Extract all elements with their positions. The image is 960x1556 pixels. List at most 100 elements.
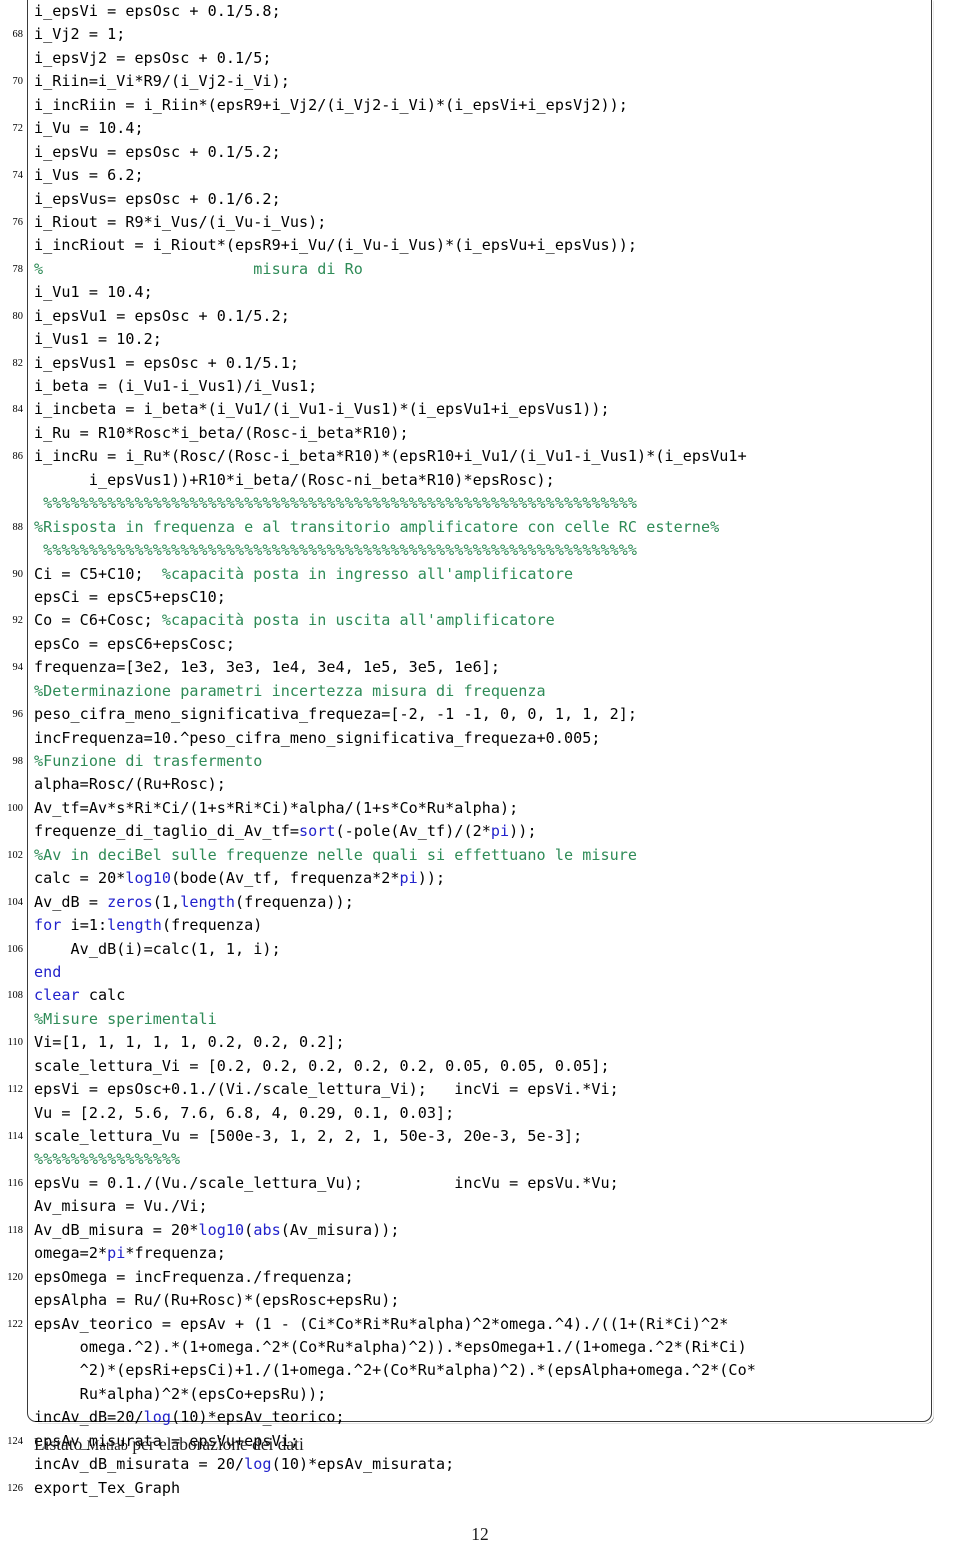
code-line-text: %%%%%%%%%%%%%%%%%%%%%%%%%%%%%%%%%%%%%%%%… [34, 492, 637, 515]
code-plain-token: epsVu = 0.1./(Vu./scale_lettura_Vu); inc… [34, 1173, 619, 1192]
code-line: i_epsVi = epsOsc + 0.1/5.8; [0, 0, 960, 23]
code-plain-token: epsVi = epsOsc+0.1./(Vi./scale_lettura_V… [34, 1080, 619, 1099]
code-plain-token: i_Vu = 10.4; [34, 119, 144, 138]
code-line-text: %Av in deciBel sulle frequenze nelle qua… [34, 844, 637, 867]
code-line-number: 80 [12, 310, 23, 322]
code-line-text: Av_dB(i)=calc(1, 1, i); [34, 938, 281, 961]
code-plain-token: epsCi = epsC5+epsC10; [34, 587, 226, 606]
code-line: 126 export_Tex_Graph [0, 1477, 960, 1500]
code-keyword-token: log [244, 1455, 272, 1474]
code-plain-token: (10)*epsAv_teorico; [171, 1408, 345, 1427]
caption-prefix: Listato [34, 1434, 87, 1454]
code-line: epsAlpha = Ru/(Ru+Rosc)*(epsRosc+epsRu); [0, 1289, 960, 1312]
code-line-text: i_incbeta = i_beta*(i_Vu1/(i_Vu1-i_Vus1)… [34, 398, 610, 421]
code-comment-token: %Determinazione parametri incertezza mis… [34, 681, 546, 700]
code-line: 84 i_incbeta = i_beta*(i_Vu1/(i_Vu1-i_Vus… [0, 398, 960, 421]
code-line-number: 108 [7, 990, 23, 1002]
code-line-number: 126 [7, 1482, 23, 1494]
code-line-text: i_epsVj2 = epsOsc + 0.1/5; [34, 47, 272, 70]
code-line: 114 scale_lettura_Vu = [500e-3, 1, 2, 2, … [0, 1125, 960, 1148]
code-plain-token: epsOmega = incFrequenza./frequenza; [34, 1267, 354, 1286]
code-line: 118 Av_dB_misura = 20*log10(abs(Av_misura… [0, 1219, 960, 1242]
code-line: incAv_dB=20/log(10)*epsAv_teorico; [0, 1406, 960, 1429]
code-line-text: incFrequenza=10.^peso_cifra_meno_signifi… [34, 727, 601, 750]
code-line-text: Vu = [2.2, 5.6, 7.6, 6.8, 4, 0.29, 0.1, … [34, 1102, 454, 1125]
code-line-text: %%%%%%%%%%%%%%%% [34, 1148, 180, 1171]
code-line-text: i_epsVu1 = epsOsc + 0.1/5.2; [34, 305, 290, 328]
code-line-text: incAv_dB=20/log(10)*epsAv_teorico; [34, 1406, 345, 1429]
code-line-text: %%%%%%%%%%%%%%%%%%%%%%%%%%%%%%%%%%%%%%%%… [34, 539, 637, 562]
code-line-number: 94 [12, 662, 23, 674]
code-line: 72 i_Vu = 10.4; [0, 117, 960, 140]
code-plain-token: *frequenza; [125, 1244, 226, 1263]
code-line-text: epsCi = epsC5+epsC10; [34, 586, 226, 609]
code-plain-token: epsAlpha = Ru/(Ru+Rosc)*(epsRosc+epsRu); [34, 1291, 400, 1310]
code-line: 104 Av_dB = zeros(1,length(frequenza)); [0, 891, 960, 914]
code-line-text: i_Riout = R9*i_Vus/(i_Vu-i_Vus); [34, 211, 326, 234]
code-line-number: 120 [7, 1271, 23, 1283]
code-line: 78 % misura di Ro [0, 258, 960, 281]
code-plain-token: i_Vus = 6.2; [34, 166, 144, 185]
code-line-number: 102 [7, 849, 23, 861]
code-line-text: epsAv_teorico = epsAv + (1 - (Ci*Co*Ri*R… [34, 1313, 728, 1336]
code-line: i_Ru = R10*Rosc*i_beta/(Rosc-i_beta*R10)… [0, 422, 960, 445]
code-line-number: 78 [12, 263, 23, 275]
code-line-text: i_Riin=i_Vi*R9/(i_Vj2-i_Vi); [34, 70, 290, 93]
code-plain-token: i_beta = (i_Vu1-i_Vus1)/i_Vus1; [34, 377, 318, 395]
code-line-number: 96 [12, 709, 23, 721]
code-plain-token: (Av_misura)); [280, 1220, 400, 1239]
code-line: 74 i_Vus = 6.2; [0, 164, 960, 187]
code-plain-token: incFrequenza=10.^peso_cifra_meno_signifi… [34, 728, 601, 747]
code-plain-token: i_epsVu1 = epsOsc + 0.1/5.2; [34, 306, 290, 325]
code-plain-token: i_epsVi = epsOsc + 0.1/5.8; [34, 2, 281, 20]
code-plain-token: calc = 20* [34, 869, 126, 888]
code-line: Av_misura = Vu./Vi; [0, 1195, 960, 1218]
code-line-text: Co = C6+Cosc; %capacità posta in uscita … [34, 609, 555, 632]
code-plain-token: omega.^2).*(1+omega.^2*(Co*Ru*alpha)^2))… [34, 1337, 747, 1356]
code-plain-token: i_Vus1 = 10.2; [34, 330, 162, 349]
code-plain-token: export_Tex_Graph [34, 1478, 181, 1497]
code-plain-token: incAv_dB=20/ [34, 1408, 144, 1427]
code-plain-token: epsCo = epsC6+epsCosc; [34, 634, 236, 653]
code-line: i_incRiout = i_Riout*(epsR9+i_Vu/(i_Vu-i… [0, 234, 960, 257]
code-line-text: i_Vu1 = 10.4; [34, 281, 153, 304]
code-plain-token: peso_cifra_meno_significativa_frequeza=[… [34, 705, 638, 724]
code-keyword-token: length [180, 892, 236, 911]
code-keyword-token: end [34, 962, 62, 981]
code-line-text: i_epsVi = epsOsc + 0.1/5.8; [34, 0, 281, 23]
code-line: %%%%%%%%%%%%%%%%%%%%%%%%%%%%%%%%%%%%%%%%… [0, 492, 960, 515]
code-keyword-token: for [34, 916, 62, 935]
code-plain-token: )); [417, 869, 446, 888]
figure-caption: Listato Matlab per elaborazione dei dati [34, 1434, 304, 1455]
code-plain-token: Av_tf=Av*s*Ri*Ci/(1+s*Ri*Ci)*alpha/(1+s*… [34, 798, 519, 817]
code-line: 68 i_Vj2 = 1; [0, 23, 960, 46]
code-plain-token: frequenza=[3e2, 1e3, 3e3, 1e4, 3e4, 1e5,… [34, 658, 500, 677]
code-line-text: %Determinazione parametri incertezza mis… [34, 680, 546, 703]
code-keyword-token: clear [34, 986, 80, 1005]
code-line-text: Ci = C5+C10; %capacità posta in ingresso… [34, 563, 573, 586]
code-plain-token: Av_dB_misura = 20* [34, 1220, 199, 1239]
code-line-text: epsVu = 0.1./(Vu./scale_lettura_Vu); inc… [34, 1172, 619, 1195]
code-keyword-token: length [107, 916, 162, 935]
code-comment-token: %capacità posta in uscita all'amplificat… [161, 611, 555, 630]
code-line: i_Vu1 = 10.4; [0, 281, 960, 304]
code-line-text: epsCo = epsC6+epsCosc; [34, 633, 235, 656]
code-line-text: frequenza=[3e2, 1e3, 3e3, 1e4, 3e4, 1e5,… [34, 656, 500, 679]
code-plain-token: i_Vj2 = 1; [34, 25, 126, 44]
code-line-text: Av_dB = zeros(1,length(frequenza)); [34, 891, 354, 914]
code-plain-token: )); [509, 822, 537, 841]
code-line: i_epsVus1))+R10*i_beta/(Rosc-ni_beta*R10… [0, 469, 960, 492]
code-line-text: peso_cifra_meno_significativa_frequeza=[… [34, 703, 637, 726]
code-line: 76 i_Riout = R9*i_Vus/(i_Vu-i_Vus); [0, 211, 960, 234]
code-line: i_epsVu = epsOsc + 0.1/5.2; [0, 141, 960, 164]
code-plain-token: (1, [152, 892, 181, 911]
code-line: calc = 20*log10(bode(Av_tf, frequenza*2*… [0, 867, 960, 890]
code-comment-token: %Av in deciBel sulle frequenze nelle qua… [34, 845, 638, 864]
code-line: i_beta = (i_Vu1-i_Vus1)/i_Vus1; [0, 375, 960, 398]
code-keyword-token: zeros [107, 892, 153, 911]
code-line: omega=2*pi*frequenza; [0, 1242, 960, 1265]
code-plain-token: Vu = [2.2, 5.6, 7.6, 6.8, 4, 0.29, 0.1, … [34, 1103, 455, 1122]
code-line-text: i_incRiin = i_Riin*(epsR9+i_Vj2/(i_Vj2-i… [34, 94, 628, 117]
code-line-text: i_incRu = i_Ru*(Rosc/(Rosc-i_beta*R10)*(… [34, 445, 747, 468]
code-plain-token: Ci = C5+C10; [34, 564, 162, 583]
